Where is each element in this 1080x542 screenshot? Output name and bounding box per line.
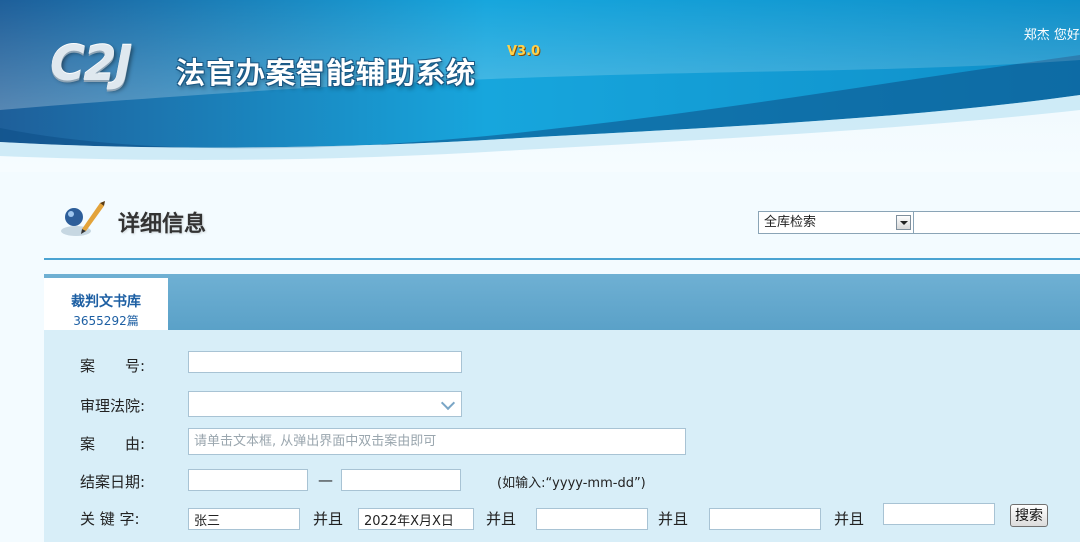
close-date-start-input[interactable] xyxy=(188,469,308,491)
version-badge: V3.0 xyxy=(507,44,541,59)
user-greeting: 郑杰 您好, xyxy=(1023,28,1080,43)
case-cause-input[interactable] xyxy=(188,428,686,455)
close-date-end-input[interactable] xyxy=(341,469,461,491)
case-cause-label: 案 由: xyxy=(80,435,146,453)
keyword-input-4[interactable] xyxy=(709,508,821,530)
tab-label: 裁判文书库 xyxy=(71,294,141,310)
section-title: 详细信息 xyxy=(118,212,207,237)
search-scope-value: 全库检索 xyxy=(764,215,817,230)
global-search-input[interactable] xyxy=(914,211,1080,234)
system-title: 法官办案智能辅助系统 xyxy=(176,56,477,90)
keyword-input-5[interactable] xyxy=(883,503,995,525)
keyword-input-1[interactable] xyxy=(188,508,300,530)
tab-judgment-documents[interactable]: 裁判文书库 3655292篇 xyxy=(44,278,168,331)
banner-background xyxy=(0,0,1080,160)
detail-info-icon xyxy=(61,201,105,236)
header-banner: C2J 法官办案智能辅助系统 V3.0 郑杰 您好, xyxy=(0,0,1080,172)
search-scope-select[interactable]: 全库检索 xyxy=(758,211,914,234)
and-label: 并且 xyxy=(834,510,865,528)
close-date-label: 结案日期: xyxy=(80,473,146,491)
date-format-hint: (如输入:“yyyy-mm-dd”) xyxy=(497,476,646,491)
keyword-input-3[interactable] xyxy=(536,508,648,530)
search-button[interactable]: 搜索 xyxy=(1010,504,1048,527)
court-label: 审理法院: xyxy=(80,397,146,415)
court-select[interactable] xyxy=(188,391,462,417)
divider xyxy=(44,258,1080,260)
case-number-input[interactable] xyxy=(188,351,462,373)
date-range-separator: — xyxy=(318,471,333,489)
and-label: 并且 xyxy=(658,510,689,528)
tab-bar xyxy=(44,274,1080,330)
and-label: 并且 xyxy=(486,510,517,528)
chevron-down-icon xyxy=(440,395,456,411)
keyword-input-2[interactable] xyxy=(358,508,474,530)
and-label: 并且 xyxy=(313,510,344,528)
dropdown-arrow-icon[interactable] xyxy=(896,215,911,230)
keyword-label: 关 键 字: xyxy=(80,510,140,528)
tab-count: 3655292篇 xyxy=(73,314,139,328)
case-number-label: 案 号: xyxy=(80,357,146,375)
logo-c2j: C2J xyxy=(50,36,132,92)
